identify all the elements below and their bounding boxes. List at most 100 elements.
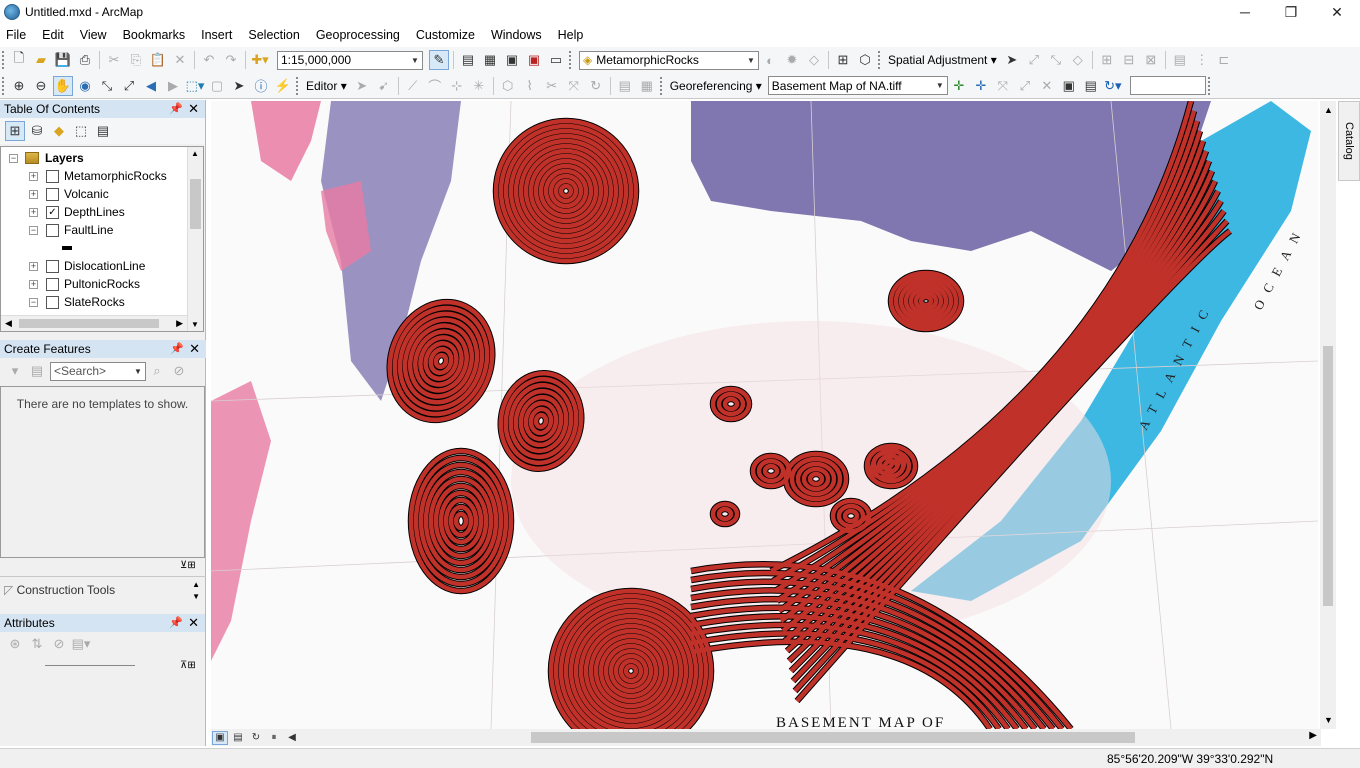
expand-icon[interactable]: + bbox=[29, 171, 38, 181]
zoom-out-icon[interactable]: ⊖ bbox=[31, 76, 51, 96]
toc-horizontal-scrollbar[interactable]: ◀ ▶ bbox=[1, 315, 187, 331]
add-control-points-icon[interactable]: ✛ bbox=[949, 76, 969, 96]
attribute-transfer-icon[interactable]: ⊏ bbox=[1214, 50, 1234, 70]
menu-bookmarks[interactable]: Bookmarks bbox=[117, 28, 192, 42]
menu-insert[interactable]: Insert bbox=[195, 28, 238, 42]
menu-geoprocessing[interactable]: Geoprocessing bbox=[310, 28, 406, 42]
menu-windows[interactable]: Windows bbox=[485, 28, 548, 42]
hyperlink-icon[interactable]: ⚡ bbox=[273, 76, 293, 96]
link-table-icon[interactable]: ▤ bbox=[1081, 76, 1101, 96]
brightness-icon[interactable]: ✹ bbox=[782, 50, 802, 70]
clear-search-icon[interactable]: ⊘ bbox=[169, 361, 189, 381]
toc-layer-row[interactable]: + MetamorphicRocks bbox=[1, 167, 203, 185]
tree-root-layers[interactable]: − Layers bbox=[1, 149, 203, 167]
attributes-icon[interactable]: ▤ bbox=[615, 76, 635, 96]
hide-null-icon[interactable]: ⊘ bbox=[49, 634, 69, 654]
show-all-icon[interactable]: ⊛ bbox=[5, 634, 25, 654]
layer-visibility-checkbox[interactable] bbox=[46, 259, 59, 273]
catalog-window-icon[interactable]: ▦ bbox=[480, 50, 500, 70]
pin-icon[interactable]: 📌 bbox=[170, 342, 184, 355]
georeferencing-menu[interactable]: Georeferencing ▾ bbox=[666, 79, 766, 93]
layer-visibility-checkbox[interactable] bbox=[46, 277, 59, 291]
layout-view-icon[interactable]: ▤ bbox=[230, 731, 246, 745]
new-displacement-link-icon[interactable]: ⤢ bbox=[1024, 50, 1044, 70]
construction-tools-scroll[interactable]: ▲ ▼ bbox=[192, 579, 200, 603]
select-elements-icon[interactable]: ➤ bbox=[229, 76, 249, 96]
maximize-button[interactable]: ❐ bbox=[1268, 0, 1314, 24]
map-display[interactable]: ATLANTIC OCEAN BASEMENT MAP OF bbox=[211, 101, 1318, 729]
toc-layer-row[interactable]: − FaultLine bbox=[1, 221, 203, 239]
toolbar-grip[interactable] bbox=[1207, 76, 1212, 95]
edit-annotation-icon[interactable]: ➹ bbox=[374, 76, 394, 96]
toolbar-grip[interactable] bbox=[2, 76, 6, 95]
print-icon[interactable]: ⎙ bbox=[75, 50, 95, 70]
cut-polygons-icon[interactable]: ✂ bbox=[542, 76, 562, 96]
georef-layer-combo[interactable]: Basement Map of NA.tiff ▼ bbox=[767, 76, 948, 95]
organize-templates-icon[interactable]: ▤ bbox=[27, 361, 47, 381]
trace-icon[interactable]: ⊹ bbox=[447, 76, 467, 96]
reshape-icon[interactable]: ⌇ bbox=[520, 76, 540, 96]
copy-icon[interactable]: ⎘ bbox=[126, 50, 146, 70]
redo-icon[interactable]: ↷ bbox=[221, 50, 241, 70]
close-icon[interactable]: ✕ bbox=[188, 615, 199, 631]
layer-visibility-checkbox[interactable]: ✓ bbox=[46, 205, 59, 219]
toolbar-grip[interactable] bbox=[659, 76, 664, 95]
layer-visibility-checkbox[interactable] bbox=[46, 187, 59, 201]
toolbar-grip[interactable] bbox=[296, 76, 300, 95]
full-extent-icon[interactable]: ◉ bbox=[75, 76, 95, 96]
scroll-left-icon[interactable]: ◀ bbox=[284, 731, 300, 745]
straight-segment-icon[interactable]: ⟋ bbox=[403, 76, 423, 96]
endpoint-arc-icon[interactable]: ⌒ bbox=[425, 76, 445, 96]
new-limited-adjustment-icon[interactable]: ⊟ bbox=[1119, 50, 1139, 70]
delete-link-icon[interactable]: ✕ bbox=[1037, 76, 1057, 96]
target-layer-combo[interactable]: ◈ MetamorphicRocks ▼ bbox=[579, 50, 759, 70]
layer-visibility-checkbox[interactable] bbox=[46, 169, 59, 183]
forward-extent-icon[interactable]: ▶ bbox=[163, 76, 183, 96]
open-folder-icon[interactable]: ▰ bbox=[31, 50, 51, 70]
clear-selection-icon[interactable]: ▢ bbox=[207, 76, 227, 96]
close-icon[interactable]: ✕ bbox=[188, 101, 199, 117]
cut-icon[interactable]: ✂ bbox=[104, 50, 124, 70]
zoom-to-selected-link-icon[interactable]: ⤢ bbox=[1015, 76, 1035, 96]
layer-visibility-checkbox[interactable] bbox=[46, 295, 59, 309]
point-icon[interactable]: ✳ bbox=[469, 76, 489, 96]
close-button[interactable]: ✕ bbox=[1314, 0, 1360, 24]
edit-tool-icon[interactable]: ➤ bbox=[352, 76, 372, 96]
expand-icon[interactable]: + bbox=[29, 189, 38, 199]
pin-icon[interactable]: 📌 bbox=[169, 616, 183, 629]
attributes-splitter-icons[interactable]: ⊼⊞ bbox=[180, 660, 196, 671]
viewer-icon[interactable]: ▣ bbox=[1059, 76, 1079, 96]
minimize-button[interactable]: ─ bbox=[1222, 0, 1268, 24]
pan-icon[interactable]: ✋ bbox=[53, 75, 73, 96]
attribute-options-icon[interactable]: ▤▾ bbox=[71, 634, 91, 654]
back-extent-icon[interactable]: ◀ bbox=[141, 76, 161, 96]
table-of-contents-icon[interactable]: ▤ bbox=[458, 50, 478, 70]
panel-splitter-icons[interactable]: ⊻⊞ bbox=[180, 560, 196, 571]
modify-link-icon[interactable]: ⤡ bbox=[1046, 50, 1066, 70]
menu-help[interactable]: Help bbox=[552, 28, 590, 42]
expand-icon[interactable]: + bbox=[29, 207, 38, 217]
toc-layer-row[interactable]: + ✓ DepthLines bbox=[1, 203, 203, 221]
toc-layer-row[interactable]: + PultonicRocks bbox=[1, 275, 203, 293]
select-features-icon[interactable]: ⬚▾ bbox=[185, 76, 205, 96]
spatial-adjustment-menu[interactable]: Spatial Adjustment ▾ bbox=[884, 53, 1001, 67]
paste-icon[interactable]: 📋 bbox=[148, 50, 168, 70]
list-by-selection-icon[interactable]: ⬚ bbox=[71, 121, 91, 141]
list-by-visibility-icon[interactable]: ◆ bbox=[49, 121, 69, 141]
rotate-georef-icon[interactable]: ↻▾ bbox=[1103, 76, 1123, 96]
auto-registration-icon[interactable]: ✛ bbox=[971, 76, 991, 96]
toc-vertical-scrollbar[interactable]: ▲ ▼ bbox=[187, 147, 203, 331]
arctoolbox-icon[interactable]: ▣ bbox=[524, 50, 544, 70]
transparency-icon[interactable]: ◇ bbox=[804, 50, 824, 70]
split-icon[interactable]: ⤧ bbox=[564, 76, 584, 96]
template-search-input[interactable]: <Search> ▼ bbox=[50, 361, 146, 381]
layer-visibility-checkbox[interactable] bbox=[46, 223, 59, 237]
add-data-icon[interactable]: ✚▾ bbox=[250, 50, 270, 70]
filter-icon[interactable]: ▾ bbox=[5, 361, 25, 381]
rotate-icon[interactable]: ↻ bbox=[586, 76, 606, 96]
map-vertical-scrollbar[interactable]: ▲ ▼ bbox=[1320, 101, 1336, 729]
menu-customize[interactable]: Customize bbox=[410, 28, 481, 42]
pause-drawing-icon[interactable]: ⏸ bbox=[266, 731, 282, 745]
fixed-zoom-out-icon[interactable]: ⤢ bbox=[119, 76, 139, 96]
menu-file[interactable]: File bbox=[0, 28, 32, 42]
